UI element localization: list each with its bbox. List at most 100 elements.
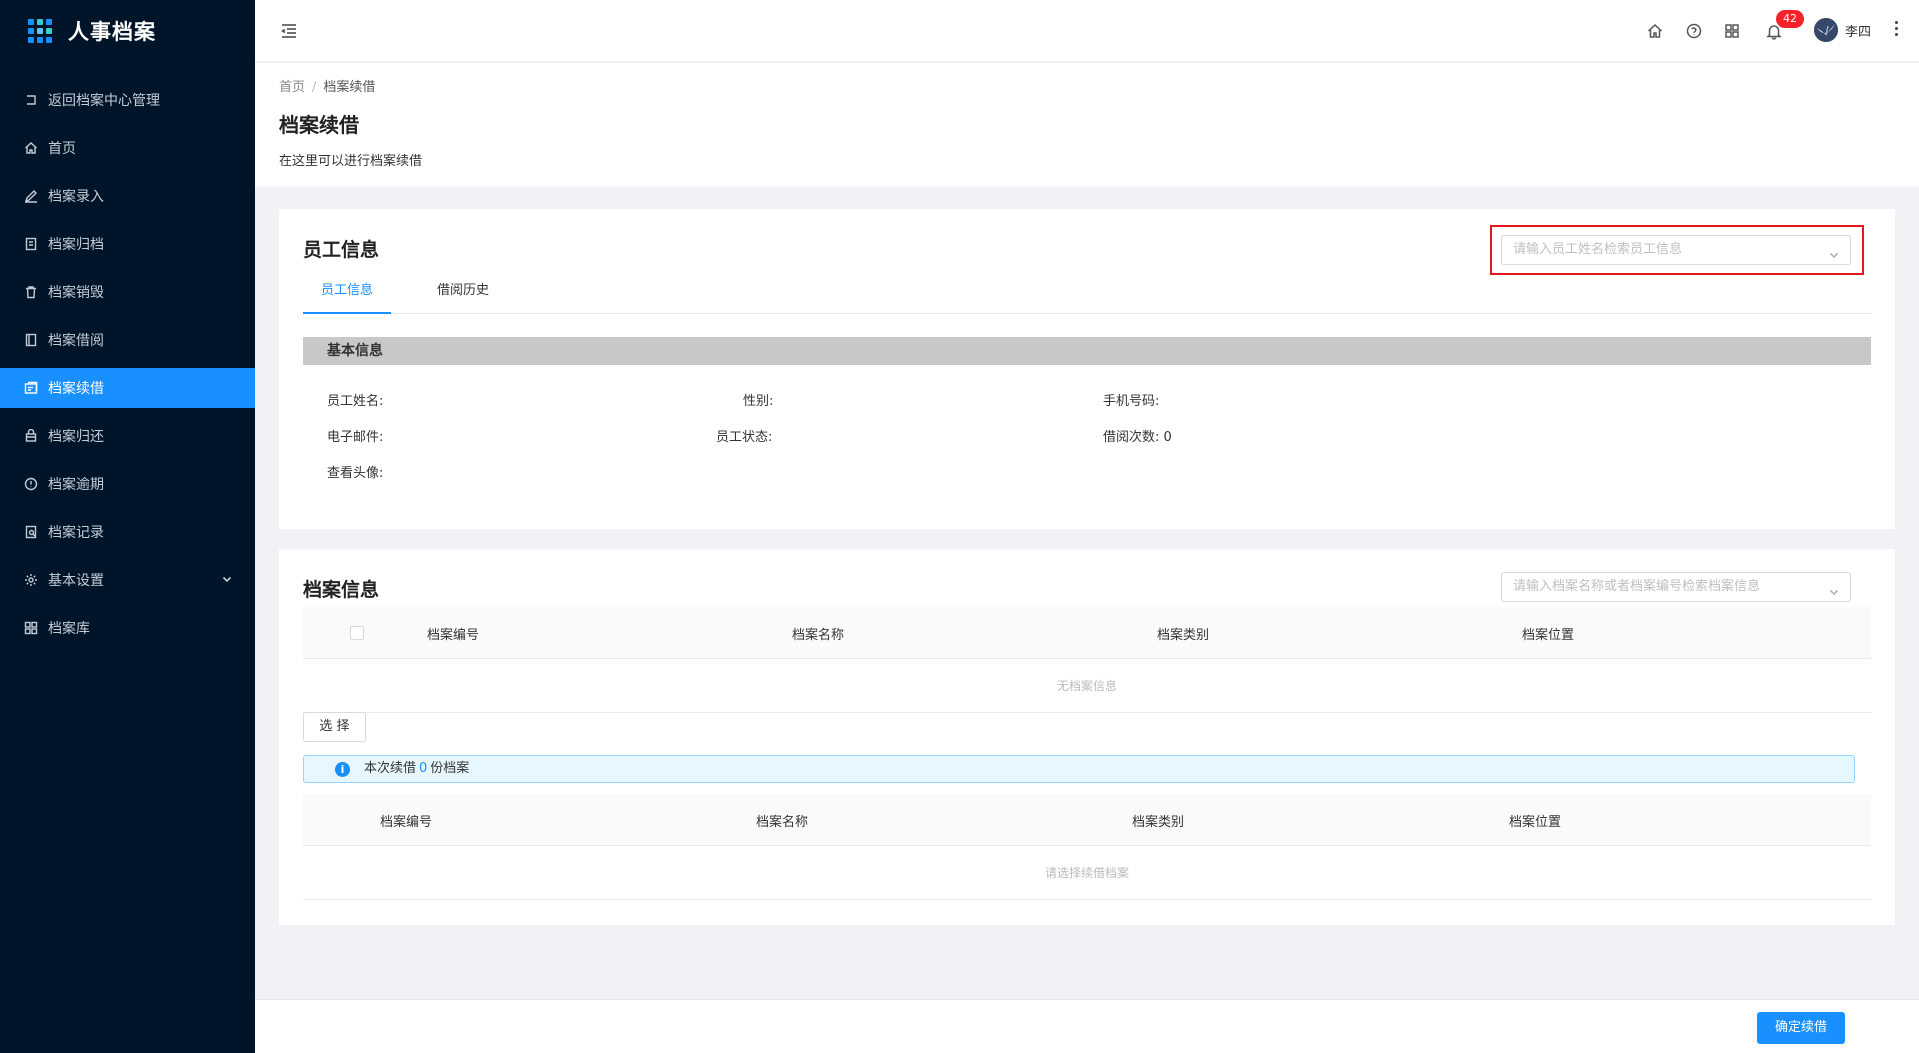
- alert-suffix: 份档案: [430, 761, 470, 776]
- column-header: 档案名称: [756, 815, 809, 830]
- edit-icon: [24, 189, 38, 203]
- employee-card: 员工信息 请输入员工姓名检索员工信息 员工信息 借阅历史 基本信息 员工姓名: …: [279, 209, 1895, 529]
- employee-card-title: 员工信息: [303, 239, 380, 261]
- renew-icon: [24, 381, 38, 395]
- archive-icon: [24, 237, 38, 251]
- archive-empty-text: 无档案信息: [303, 659, 1871, 713]
- archive-search-placeholder: 请输入档案名称或者档案编号检索档案信息: [1513, 579, 1761, 594]
- sidebar-item-library[interactable]: 档案库: [0, 608, 255, 648]
- employee-tabs: 员工信息 借阅历史: [303, 276, 1871, 314]
- field-borrow-count: 借阅次数: 0: [1103, 426, 1172, 445]
- breadcrumb: 首页 / 档案续借: [279, 76, 1919, 95]
- sidebar-item-label: 档案录入: [48, 189, 104, 205]
- sidebar-menu: 返回档案中心管理 首页 档案录入 档案归档 档案销毁 档案借阅 档案续借 档案归…: [0, 80, 255, 648]
- footer-bar: 确定续借: [255, 999, 1919, 1053]
- sidebar-item-records[interactable]: 档案记录: [0, 512, 255, 552]
- sidebar-item-label: 返回档案中心管理: [48, 93, 160, 109]
- sidebar-item-back[interactable]: 返回档案中心管理: [0, 80, 255, 120]
- home-icon[interactable]: [1646, 22, 1664, 40]
- more-vertical-icon[interactable]: [1891, 18, 1901, 40]
- sidebar-item-label: 档案销毁: [48, 285, 104, 301]
- field-phone-label: 手机号码:: [1103, 394, 1160, 409]
- page-head: 首页 / 档案续借 档案续借 在这里可以进行档案续借: [255, 63, 1919, 187]
- breadcrumb-current: 档案续借: [323, 80, 376, 95]
- column-header: 档案类别: [1157, 628, 1210, 643]
- apps-icon[interactable]: [1723, 22, 1741, 40]
- sidebar-item-label: 档案归档: [48, 237, 104, 253]
- select-all-checkbox[interactable]: [350, 626, 364, 640]
- apps-icon: [24, 621, 38, 635]
- column-header: 档案编号: [427, 628, 480, 643]
- column-header: 档案编号: [380, 815, 433, 830]
- chevron-down-icon: [1828, 581, 1840, 596]
- sidebar-item-return[interactable]: 档案归还: [0, 416, 255, 456]
- info-icon: i: [335, 762, 350, 777]
- tab-borrow-history[interactable]: 借阅历史: [431, 276, 495, 314]
- sidebar-item-overdue[interactable]: 档案逾期: [0, 464, 255, 504]
- field-gender-label: 性别:: [743, 394, 774, 409]
- field-email-label: 电子邮件:: [327, 430, 384, 445]
- selected-table-header: 档案编号 档案名称 档案类别 档案位置: [303, 794, 1871, 846]
- sidebar-item-label: 档案逾期: [48, 477, 104, 493]
- page-title: 档案续借: [279, 113, 359, 137]
- record-icon: [24, 525, 38, 539]
- column-header: 档案名称: [792, 628, 845, 643]
- field-name-label: 员工姓名:: [327, 394, 384, 409]
- book-icon: [24, 333, 38, 347]
- alert-circle-icon: [24, 477, 38, 491]
- back-icon: [24, 93, 38, 107]
- username[interactable]: 李四: [1845, 21, 1871, 40]
- column-header: 档案位置: [1522, 628, 1575, 643]
- return-icon: [24, 429, 38, 443]
- apps-grid-logo-icon: [28, 19, 52, 43]
- tab-employee-info[interactable]: 员工信息: [303, 276, 391, 314]
- brand[interactable]: 人事档案: [0, 0, 255, 62]
- chevron-down-icon: [1828, 244, 1840, 259]
- alert-prefix: 本次续借: [364, 761, 417, 776]
- app-title: 人事档案: [68, 20, 156, 44]
- sidebar: 人事档案 返回档案中心管理 首页 档案录入 档案归档 档案销毁 档案借阅 档案续…: [0, 0, 255, 1053]
- basic-info-header: 基本信息: [303, 337, 1871, 365]
- confirm-renew-button[interactable]: 确定续借: [1757, 1012, 1845, 1044]
- chevron-down-icon: [221, 573, 233, 589]
- field-avatar-label[interactable]: 查看头像:: [327, 462, 383, 481]
- sidebar-item-home[interactable]: 首页: [0, 128, 255, 168]
- avatar[interactable]: [1814, 18, 1838, 42]
- sidebar-item-filing[interactable]: 档案归档: [0, 224, 255, 264]
- home-icon: [24, 141, 38, 155]
- breadcrumb-home[interactable]: 首页: [279, 80, 305, 95]
- sidebar-item-label: 档案记录: [48, 525, 104, 541]
- employee-search-placeholder: 请输入员工姓名检索员工信息: [1513, 242, 1683, 257]
- renew-count-alert: i 本次续借 0 份档案: [303, 755, 1855, 783]
- selected-empty-text: 请选择续借档案: [303, 846, 1871, 900]
- sidebar-item-label: 档案借阅: [48, 333, 104, 349]
- sidebar-item-label: 档案归还: [48, 429, 104, 445]
- help-icon[interactable]: [1685, 22, 1703, 40]
- sidebar-item-label: 档案库: [48, 621, 90, 637]
- archive-search-select[interactable]: 请输入档案名称或者档案编号检索档案信息: [1501, 572, 1851, 602]
- sidebar-item-entry[interactable]: 档案录入: [0, 176, 255, 216]
- trash-icon: [24, 285, 38, 299]
- top-header: 42 李四: [255, 0, 1919, 62]
- gear-icon: [24, 573, 38, 587]
- employee-search-select[interactable]: 请输入员工姓名检索员工信息: [1501, 235, 1851, 265]
- archive-card-title: 档案信息: [303, 579, 380, 601]
- borrow-count-value: 0: [1163, 430, 1172, 445]
- sidebar-item-renew[interactable]: 档案续借: [0, 368, 255, 408]
- column-header: 档案位置: [1509, 815, 1562, 830]
- sidebar-item-settings[interactable]: 基本设置: [0, 560, 255, 600]
- column-header: 档案类别: [1132, 815, 1185, 830]
- sidebar-item-label: 首页: [48, 141, 76, 157]
- menu-fold-icon[interactable]: [279, 21, 299, 41]
- notification-badge: 42: [1775, 9, 1805, 29]
- sidebar-item-label: 档案续借: [48, 381, 104, 397]
- borrow-count-label: 借阅次数:: [1103, 430, 1160, 445]
- archive-table-header: 档案编号 档案名称 档案类别 档案位置: [303, 607, 1871, 659]
- alert-count: 0: [419, 761, 428, 776]
- field-status-label: 员工状态:: [716, 430, 773, 445]
- archive-card: 档案信息 请输入档案名称或者档案编号检索档案信息 档案编号 档案名称 档案类别 …: [279, 549, 1895, 925]
- select-button[interactable]: 选 择: [303, 712, 366, 742]
- sidebar-item-destroy[interactable]: 档案销毁: [0, 272, 255, 312]
- breadcrumb-separator: /: [312, 80, 317, 95]
- sidebar-item-borrow[interactable]: 档案借阅: [0, 320, 255, 360]
